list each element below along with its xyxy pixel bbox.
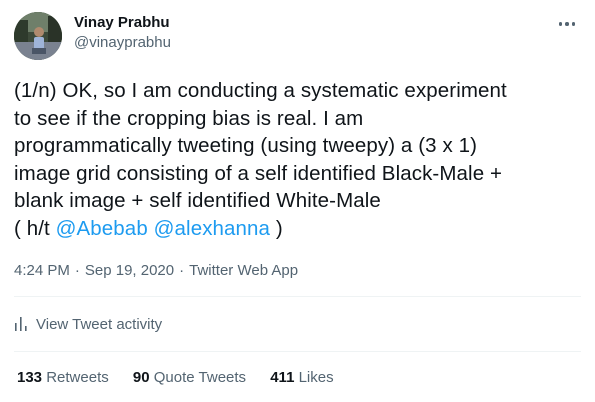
likes-count: 411 <box>270 369 295 386</box>
tweet-text-line: to see if the cropping bias is real. I a… <box>14 106 364 130</box>
retweets-stat[interactable]: 133 Retweets <box>17 369 109 386</box>
quote-tweets-stat[interactable]: 90 Quote Tweets <box>133 369 246 386</box>
tweet-date[interactable]: Sep 19, 2020 <box>85 262 174 279</box>
meta-separator: · <box>74 262 80 279</box>
author-handle[interactable]: @vinayprabhu <box>74 33 171 53</box>
tweet-stats: 133 Retweets 90 Quote Tweets 411 Likes <box>17 368 354 388</box>
tweet-text-line: (1/n) OK, so I am conducting a systemati… <box>14 79 507 102</box>
divider <box>14 296 581 297</box>
likes-label: Likes <box>298 369 334 386</box>
tweet-text-line-mentions: ( h/t @Abebab @alexhanna ) <box>14 215 584 243</box>
mention-alexhanna[interactable]: @alexhanna <box>154 217 270 240</box>
more-options-button[interactable] <box>555 14 579 34</box>
tweet-text: (1/n) OK, so I am conducting a systemati… <box>14 77 584 242</box>
quote-tweets-count: 90 <box>132 369 150 386</box>
profile-photo-icon <box>14 12 62 60</box>
avatar[interactable] <box>14 12 62 60</box>
quote-tweets-label: Quote Tweets <box>153 369 247 386</box>
retweets-count: 133 <box>17 369 43 386</box>
tweet-text-line: blank image + self identified White-Male <box>14 189 381 212</box>
meta-separator: · <box>179 262 185 279</box>
more-horizontal-icon <box>558 22 576 26</box>
tweet-text-line: programmatically tweeting (using tweepy)… <box>14 134 478 157</box>
bar-chart-icon <box>15 317 27 331</box>
mention-abebab[interactable]: @Abebab <box>56 217 148 240</box>
view-tweet-activity-label: View Tweet activity <box>36 315 163 333</box>
hat-tip-prefix: ( h/t <box>14 216 56 240</box>
tweet-time[interactable]: 4:24 PM <box>14 262 70 279</box>
retweets-label: Retweets <box>46 369 109 386</box>
tweet-source[interactable]: Twitter Web App <box>189 262 298 279</box>
hat-tip-suffix: ) <box>270 216 283 240</box>
author-display-name[interactable]: Vinay Prabhu <box>74 13 171 33</box>
tweet-card: Vinay Prabhu @vinayprabhu (1/n) OK, so I… <box>0 0 595 402</box>
tweet-text-line: image grid consisting of a self identifi… <box>14 161 503 185</box>
likes-stat[interactable]: 411 Likes <box>270 369 333 386</box>
divider <box>14 351 581 352</box>
view-tweet-activity-link[interactable]: View Tweet activity <box>14 313 162 335</box>
tweet-meta: 4:24 PM · Sep 19, 2020 · Twitter Web App <box>14 261 298 281</box>
author-block: Vinay Prabhu @vinayprabhu <box>74 13 171 53</box>
